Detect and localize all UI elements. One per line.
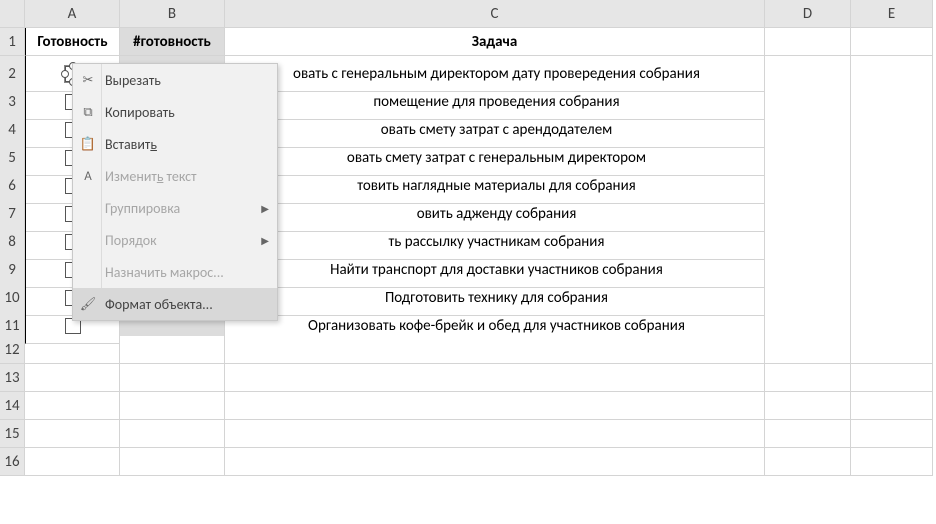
menu-order[interactable]: Порядок ▶ <box>73 224 277 256</box>
cell-D13[interactable] <box>765 364 851 392</box>
row-header-13[interactable]: 13 <box>0 364 25 392</box>
cell-D16[interactable] <box>765 448 851 476</box>
col-header-D[interactable]: D <box>765 0 851 28</box>
cell-B13[interactable] <box>120 364 225 392</box>
menu-copy-label: Копировать <box>99 104 269 121</box>
col-header-A[interactable]: A <box>25 0 120 28</box>
cell-B16[interactable] <box>120 448 225 476</box>
cell-E13[interactable] <box>851 364 933 392</box>
cell-C13[interactable] <box>225 364 765 392</box>
cell-D1[interactable] <box>765 28 851 56</box>
resize-handle-left[interactable] <box>61 70 69 78</box>
header-readiness[interactable]: Готовность <box>25 28 120 56</box>
row-header-1[interactable]: 1 <box>0 28 25 56</box>
row-header-15[interactable]: 15 <box>0 420 25 448</box>
cell-E12[interactable] <box>851 336 933 364</box>
cell-B12[interactable] <box>120 336 225 364</box>
cell-A14[interactable] <box>25 392 120 420</box>
col-header-C[interactable]: C <box>225 0 765 28</box>
cell-C14[interactable] <box>225 392 765 420</box>
cell-E15[interactable] <box>851 420 933 448</box>
cell-A13[interactable] <box>25 364 120 392</box>
chevron-right-icon: ▶ <box>261 234 269 247</box>
chevron-right-icon: ▶ <box>261 202 269 215</box>
cell-D15[interactable] <box>765 420 851 448</box>
cell-E16[interactable] <box>851 448 933 476</box>
menu-grouping-label: Группировка <box>99 200 261 217</box>
menu-assign-macro-label: Назначить макрос... <box>99 264 269 281</box>
col-header-E[interactable]: E <box>851 0 933 28</box>
select-all-corner[interactable] <box>0 0 25 28</box>
edit-text-icon: A <box>77 169 99 184</box>
cell-C12[interactable] <box>225 336 765 364</box>
menu-copy[interactable]: ⧉ Копировать <box>73 96 277 128</box>
cell-C15[interactable] <box>225 420 765 448</box>
row-header-14[interactable]: 14 <box>0 392 25 420</box>
paste-icon: 📋 <box>77 137 99 152</box>
header-readiness-flag[interactable]: #готовность <box>120 28 225 56</box>
scissors-icon: ✂ <box>77 73 99 88</box>
row-header-16[interactable]: 16 <box>0 448 25 476</box>
menu-paste-label: Вставить <box>99 136 269 153</box>
cell-D12[interactable] <box>765 336 851 364</box>
menu-edit-text-label: Изменить текст <box>99 168 269 185</box>
menu-cut[interactable]: ✂ Вырезать <box>73 64 277 96</box>
row-header-12[interactable]: 12 <box>0 336 25 364</box>
cell-D14[interactable] <box>765 392 851 420</box>
cell-A16[interactable] <box>25 448 120 476</box>
menu-grouping[interactable]: Группировка ▶ <box>73 192 277 224</box>
cell-C16[interactable] <box>225 448 765 476</box>
copy-icon: ⧉ <box>77 105 99 120</box>
menu-paste[interactable]: 📋 Вставить <box>73 128 277 160</box>
menu-format-object[interactable]: 🖌 Формат объекта... <box>73 288 277 320</box>
context-menu: ✂ Вырезать ⧉ Копировать 📋 Вставить A Изм… <box>72 63 278 321</box>
menu-assign-macro[interactable]: Назначить макрос... <box>73 256 277 288</box>
header-task[interactable]: Задача <box>225 28 765 56</box>
cell-B15[interactable] <box>120 420 225 448</box>
menu-edit-text[interactable]: A Изменить текст <box>73 160 277 192</box>
menu-cut-label: Вырезать <box>99 72 269 89</box>
cell-E14[interactable] <box>851 392 933 420</box>
menu-order-label: Порядок <box>99 232 261 249</box>
cell-E1[interactable] <box>851 28 933 56</box>
cell-B14[interactable] <box>120 392 225 420</box>
menu-format-object-label: Формат объекта... <box>99 296 269 313</box>
col-header-B[interactable]: B <box>120 0 225 28</box>
format-object-icon: 🖌 <box>77 297 99 312</box>
cell-A15[interactable] <box>25 420 120 448</box>
